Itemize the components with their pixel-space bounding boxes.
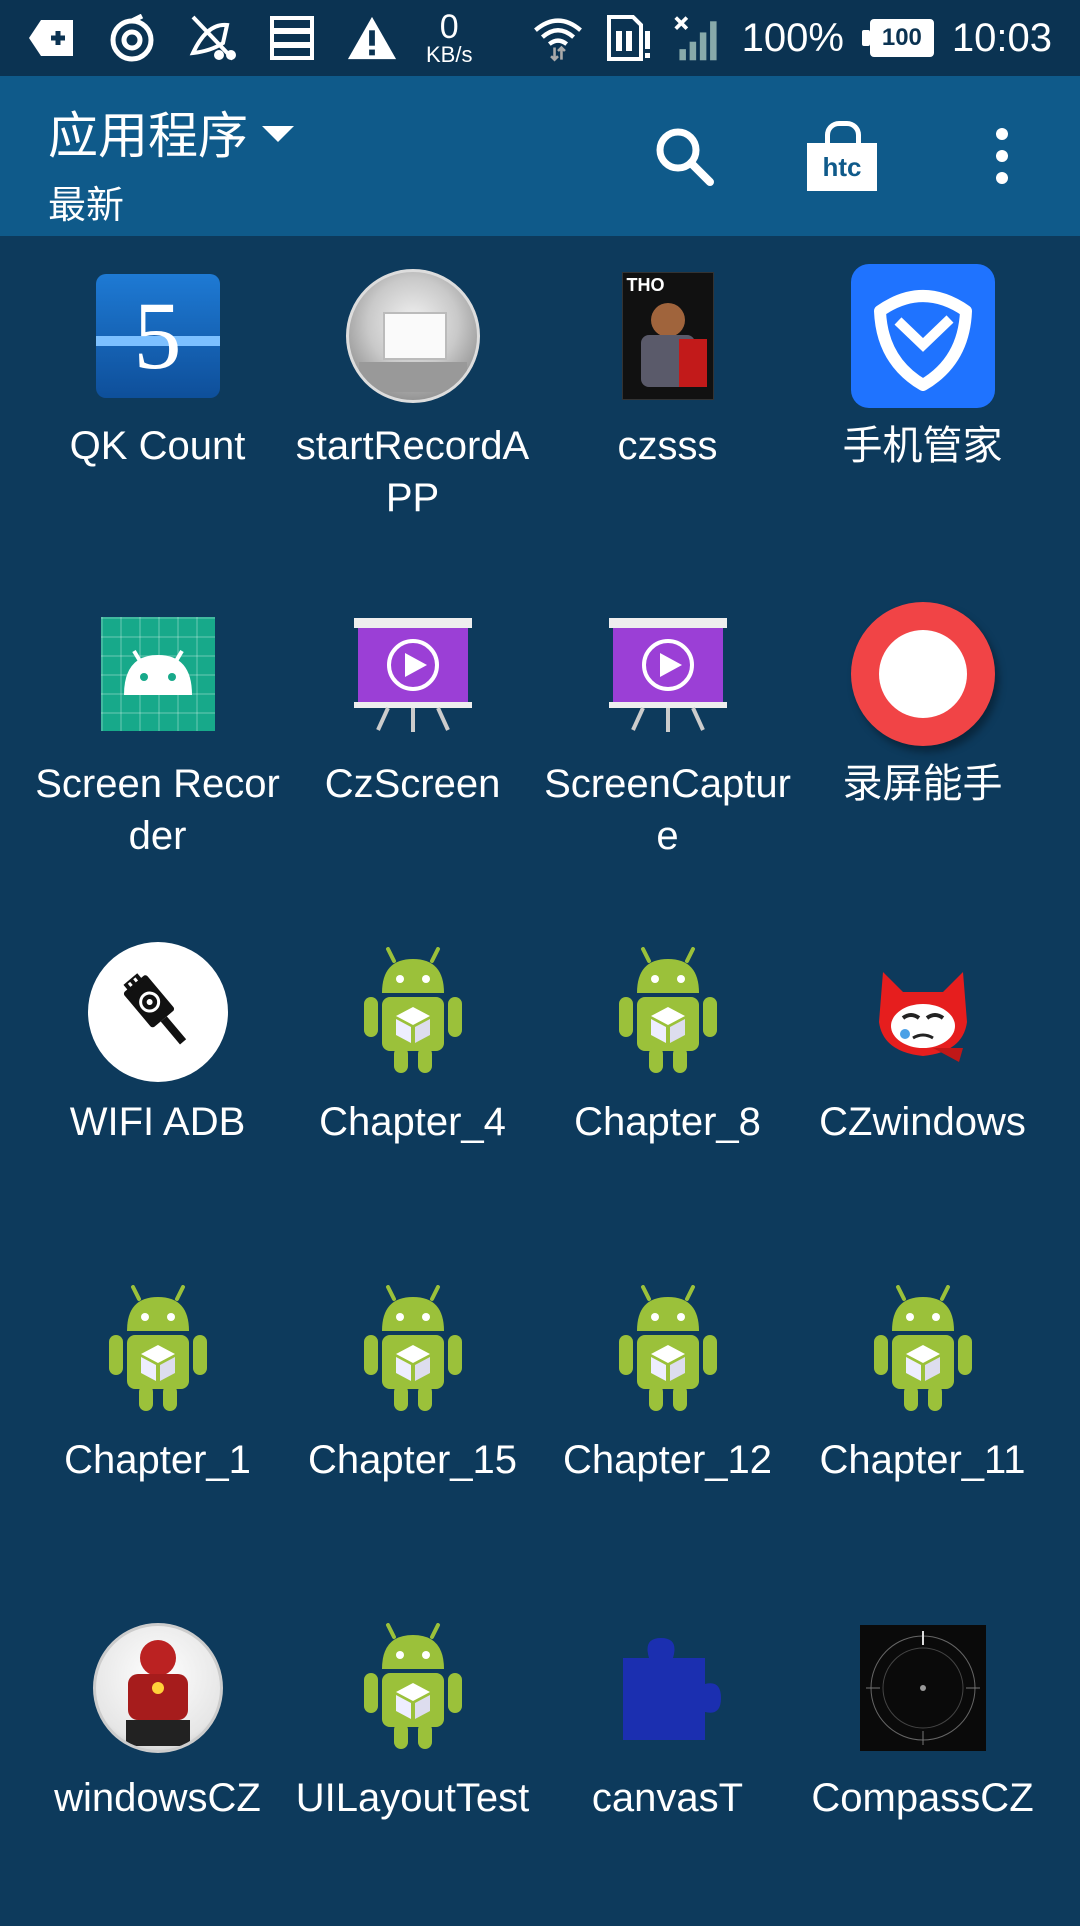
app-label: Chapter_11	[819, 1438, 1026, 1482]
app-label: ScreenCapture	[544, 762, 791, 858]
app-uilayouttest[interactable]: UILayoutTest	[285, 1588, 540, 1926]
store-label: htc	[807, 143, 877, 191]
page-subtitle: 最新	[48, 183, 125, 227]
app-phone-manager[interactable]: 手机管家	[795, 236, 1050, 574]
android-icon	[363, 947, 462, 1073]
app-chapter-4[interactable]: Chapter_4	[285, 912, 540, 1250]
notification-plus-icon	[26, 12, 78, 64]
app-compasscz[interactable]: CompassCZ	[795, 1588, 1050, 1926]
app-label: Screen Recorder	[35, 762, 280, 858]
page-title: 应用程序	[48, 107, 248, 165]
app-screen-capture[interactable]: ScreenCapture	[540, 574, 795, 912]
app-label: QK Count	[69, 424, 246, 468]
app-grid: 5 QK Count startRecordAPP THO czsss 手机管家…	[0, 236, 1080, 1926]
android-icon	[618, 1285, 717, 1411]
android-icon	[873, 1285, 972, 1411]
app-label: 手机管家	[842, 424, 1003, 468]
app-label: canvasT	[591, 1776, 744, 1820]
app-record-screen[interactable]: 录屏能手	[795, 574, 1050, 912]
net-speed-unit: KB/s	[426, 42, 473, 67]
app-label: windowsCZ	[54, 1776, 261, 1820]
app-chapter-12[interactable]: Chapter_12	[540, 1250, 795, 1588]
czwindows-icon	[878, 972, 967, 1062]
warning-icon	[346, 12, 398, 64]
search-button[interactable]	[642, 114, 726, 198]
muted-icon	[186, 12, 238, 64]
android-icon	[363, 1285, 462, 1411]
app-czsss[interactable]: THO czsss	[540, 236, 795, 574]
czscreen-icon	[353, 618, 472, 732]
app-chapter-15[interactable]: Chapter_15	[285, 1250, 540, 1588]
net-speed: 0 KB/s	[426, 10, 472, 66]
app-windowscz[interactable]: windowsCZ	[30, 1588, 285, 1926]
app-chapter-8[interactable]: Chapter_8	[540, 912, 795, 1250]
app-label: czsss	[617, 424, 718, 468]
app-label: Chapter_15	[307, 1438, 518, 1482]
store-bag-icon: htc	[807, 121, 877, 191]
screen-recorder-icon	[100, 617, 215, 731]
compass-icon	[859, 1625, 986, 1751]
battery-icon: 100	[861, 19, 934, 57]
windowscz-icon	[92, 1623, 223, 1753]
clock: 10:03	[951, 15, 1052, 60]
czsss-icon: THO	[621, 272, 714, 400]
search-icon	[656, 128, 714, 186]
android-icon	[108, 1285, 207, 1411]
app-chapter-1[interactable]: Chapter_1	[30, 1250, 285, 1588]
android-icon	[618, 947, 717, 1073]
wifi-adb-icon	[87, 942, 228, 1082]
app-label: Chapter_4	[319, 1100, 506, 1144]
app-canvast[interactable]: canvasT	[540, 1588, 795, 1926]
battery-percent: 100%	[741, 15, 844, 60]
app-wifi-adb[interactable]: WIFI ADB	[30, 912, 285, 1250]
more-options-button[interactable]	[960, 114, 1044, 198]
swirl-icon	[106, 12, 158, 64]
app-label: UILayoutTest	[295, 1776, 530, 1820]
app-qk-count[interactable]: 5 QK Count	[30, 236, 285, 574]
app-label: CZwindows	[819, 1100, 1026, 1144]
app-label: Chapter_12	[562, 1438, 773, 1482]
net-speed-value: 0	[439, 8, 459, 46]
title-dropdown[interactable]: 应用程序 最新	[48, 96, 294, 229]
app-label: WIFI ADB	[69, 1100, 246, 1144]
dropdown-caret-icon	[262, 126, 294, 142]
signal-icon	[672, 12, 724, 64]
more-vert-icon	[996, 128, 1008, 184]
app-czscreen[interactable]: CzScreen	[285, 574, 540, 912]
app-label: CompassCZ	[811, 1776, 1034, 1820]
puzzle-icon	[622, 1638, 721, 1740]
app-bar: 应用程序 最新 htc	[0, 76, 1080, 236]
app-label: Chapter_1	[64, 1438, 251, 1482]
app-startrecordapp[interactable]: startRecordAPP	[285, 236, 540, 574]
app-label: startRecordAPP	[295, 424, 530, 520]
storage-icon	[266, 12, 318, 64]
app-chapter-11[interactable]: Chapter_11	[795, 1250, 1050, 1588]
android-icon	[363, 1623, 462, 1749]
qk-count-icon: 5	[95, 274, 220, 398]
screen-capture-icon	[608, 618, 727, 732]
phone-manager-icon	[850, 264, 995, 408]
app-label: CzScreen	[324, 762, 501, 806]
battery-level: 100	[869, 19, 934, 57]
app-czwindows[interactable]: CZwindows	[795, 912, 1050, 1250]
app-label: Chapter_8	[574, 1100, 761, 1144]
start-record-icon	[345, 269, 480, 403]
record-screen-icon	[850, 602, 995, 746]
status-bar: 0 KB/s 100% 100 10:03	[0, 0, 1080, 76]
wifi-icon	[532, 12, 584, 64]
sim-icon	[602, 12, 654, 64]
app-screen-recorder[interactable]: Screen Recorder	[30, 574, 285, 912]
store-button[interactable]: htc	[800, 114, 884, 198]
app-label: 录屏能手	[842, 762, 1003, 806]
